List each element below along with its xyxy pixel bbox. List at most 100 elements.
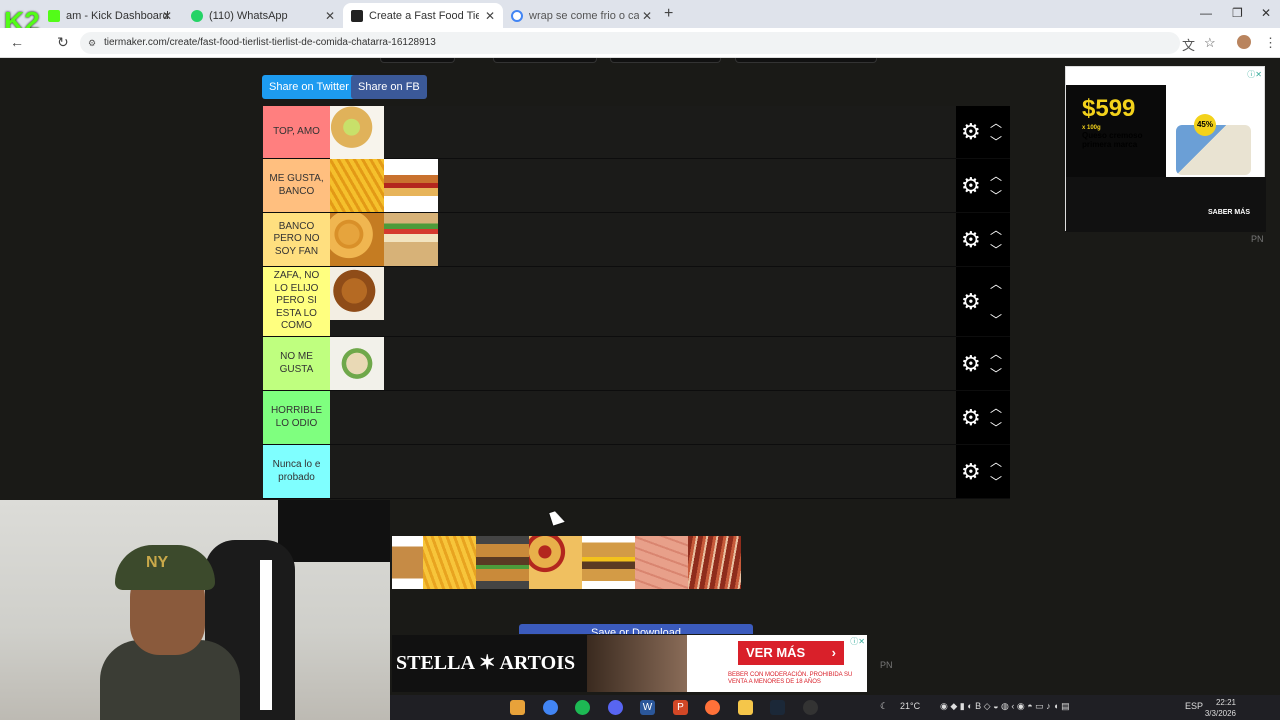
chevron-up-icon[interactable]: ︿: [990, 399, 1002, 416]
food-item-sandwich[interactable]: [384, 213, 438, 266]
chevron-up-icon[interactable]: ︿: [990, 167, 1002, 184]
food-item-bacon[interactable]: [688, 536, 741, 589]
windows-taskbar: W P ☾ 21°C ◉ ◆ ▮ ◐ B ◇ ◒ ◍ ‹ ◉ ◓ ▭ ♪ ◖ ▤…: [390, 695, 1280, 720]
gear-icon[interactable]: ⚙: [961, 460, 981, 483]
tab-google-search[interactable]: wrap se come frio o caliente - B ✕: [503, 3, 660, 28]
tier-row: ZAFA, NO LO ELIJO PERO SI ESTA LO COMO ⚙ ︿…: [262, 267, 1010, 337]
food-item-tacos[interactable]: [330, 106, 384, 159]
gear-icon[interactable]: ⚙: [961, 352, 981, 375]
obs-icon[interactable]: [803, 700, 818, 715]
food-item-fried-chicken[interactable]: [330, 267, 384, 320]
food-item-sausages[interactable]: [635, 536, 688, 589]
url-field[interactable]: ⚙ tiermaker.com/create/fast-food-tierlis…: [80, 32, 1180, 54]
ver-mas-button[interactable]: VER MÁS ›: [738, 641, 844, 665]
gear-icon[interactable]: ⚙: [961, 121, 981, 143]
browser-tab-bar: am - Kick Dashboard ✕ (110) WhatsApp ✕ C…: [0, 0, 1280, 28]
close-window-icon[interactable]: ✕: [1261, 6, 1271, 20]
spotify-icon[interactable]: [575, 700, 590, 715]
maximize-icon[interactable]: ❐: [1232, 6, 1243, 20]
tier-label[interactable]: Nunca lo e probado: [263, 445, 330, 498]
taskbar-clock[interactable]: 22:21 3/3/2026: [1205, 697, 1236, 719]
ad-discount-badge: 45%: [1194, 114, 1216, 136]
chevron-down-icon[interactable]: ﹀: [990, 419, 1002, 436]
tier-label[interactable]: TOP, AMO: [263, 106, 330, 158]
minimize-icon[interactable]: —: [1200, 6, 1212, 20]
word-icon[interactable]: W: [640, 700, 655, 715]
steam-icon[interactable]: [770, 700, 785, 715]
food-item-pizza[interactable]: [529, 536, 582, 589]
food-item-fries-cheese[interactable]: [423, 536, 476, 589]
reload-icon[interactable]: ↻: [57, 34, 69, 51]
translate-icon[interactable]: 文: [1182, 35, 1195, 54]
food-item-hotdog[interactable]: [384, 159, 438, 212]
close-tab-icon[interactable]: ✕: [325, 9, 335, 23]
chevron-up-icon[interactable]: ︿: [990, 275, 1002, 292]
tier-label[interactable]: ZAFA, NO LO ELIJO PERO SI ESTA LO COMO: [263, 267, 330, 336]
gear-icon[interactable]: ⚙: [961, 406, 981, 429]
site-info-icon[interactable]: ⚙: [88, 32, 96, 54]
firefox-icon[interactable]: [705, 700, 720, 715]
gear-icon[interactable]: ⚙: [961, 228, 981, 251]
tier-controls: ⚙ ︿ ﹀: [956, 213, 1010, 266]
chrome-icon[interactable]: [543, 700, 558, 715]
ad-saber-mas-button[interactable]: SABER MÁS: [1208, 209, 1250, 216]
ad-photo: [587, 635, 687, 692]
chevron-up-icon[interactable]: ︿: [990, 453, 1002, 470]
chair-stripe: [260, 560, 272, 710]
tier-label[interactable]: BANCO PERO NO SOY FAN: [263, 213, 330, 266]
share-twitter-button[interactable]: Share on Twitter: [262, 75, 356, 99]
tab-tiermaker[interactable]: Create a Fast Food Tierlist/Tierli ✕: [343, 3, 503, 28]
new-tab-icon[interactable]: +: [664, 5, 673, 23]
language-indicator[interactable]: ESP: [1185, 701, 1203, 711]
food-item-burger[interactable]: [476, 536, 529, 589]
tier-label[interactable]: ME GUSTA, BANCO: [263, 159, 330, 212]
gear-icon[interactable]: ⚙: [961, 290, 981, 313]
close-tab-icon[interactable]: ✕: [485, 9, 495, 23]
system-tray-icons[interactable]: ◉ ◆ ▮ ◐ B ◇ ◒ ◍ ‹ ◉ ◓ ▭ ♪ ◖ ▤: [940, 701, 1070, 712]
back-icon[interactable]: ←: [10, 34, 24, 50]
food-item-wrap[interactable]: [330, 337, 384, 390]
tab-label: am - Kick Dashboard: [66, 9, 169, 22]
tier-row: NO ME GUSTA ⚙ ︿ ﹀: [262, 337, 1010, 391]
chevron-up-icon[interactable]: ︿: [990, 345, 1002, 362]
profile-avatar[interactable]: [1237, 35, 1251, 49]
folder-icon[interactable]: [738, 700, 753, 715]
close-tab-icon[interactable]: ✕: [642, 9, 652, 23]
ad-banner-cheese[interactable]: $599 x 100g Queso cremoso primera marca 4…: [1065, 66, 1266, 232]
discord-icon[interactable]: [608, 700, 623, 715]
webcam-overlay: NY: [0, 500, 390, 720]
menu-kebab-icon[interactable]: ⋮: [1264, 35, 1277, 51]
food-item-nuggets[interactable]: [330, 213, 384, 266]
chevron-down-icon[interactable]: ﹀: [990, 311, 1002, 328]
ad-close-icon[interactable]: ⓘ✕: [1247, 69, 1262, 80]
gear-icon[interactable]: ⚙: [961, 174, 981, 197]
chevron-up-icon[interactable]: ︿: [990, 221, 1002, 238]
powerpoint-icon[interactable]: P: [673, 700, 688, 715]
share-facebook-button[interactable]: Share on FB: [351, 75, 427, 99]
close-tab-icon[interactable]: ✕: [162, 9, 172, 23]
ad-close-icon[interactable]: ⓘ✕: [850, 636, 865, 647]
weather-temp[interactable]: 21°C: [900, 701, 920, 711]
save-download-button[interactable]: Save or Download: [519, 624, 753, 634]
ad-banner-stella-artois[interactable]: STELLA ✶ ARTOIS VER MÁS › BEBER CON MODE…: [392, 635, 867, 692]
tier-list: TOP, AMO ⚙ ︿ ﹀ ME GUSTA, BANCO ⚙ ︿ ﹀ BANCO PERO …: [262, 106, 1010, 499]
chevron-up-icon[interactable]: ︿: [990, 114, 1002, 131]
chevron-down-icon[interactable]: ﹀: [990, 187, 1002, 204]
ad-price: $599: [1082, 95, 1136, 122]
chevron-down-icon[interactable]: ﹀: [990, 133, 1002, 150]
tier-label[interactable]: HORRIBLE LO ODIO: [263, 391, 330, 444]
top-nav-stubs: [380, 58, 880, 64]
chevron-down-icon[interactable]: ﹀: [990, 241, 1002, 258]
food-item-fries[interactable]: [330, 159, 384, 212]
file-explorer-icon[interactable]: [510, 700, 525, 715]
bookmark-star-icon[interactable]: ☆: [1204, 35, 1216, 51]
tier-row: ME GUSTA, BANCO ⚙ ︿ ﹀: [262, 159, 1010, 213]
food-item-cheeseburger[interactable]: [582, 536, 635, 589]
food-item-pancakes[interactable]: [392, 536, 423, 589]
tier-row: Nunca lo e probado ⚙ ︿ ﹀: [262, 445, 1010, 499]
google-icon: [511, 9, 523, 22]
tab-whatsapp[interactable]: (110) WhatsApp ✕: [183, 3, 343, 28]
tier-label[interactable]: NO ME GUSTA: [263, 337, 330, 390]
chevron-down-icon[interactable]: ﹀: [990, 365, 1002, 382]
chevron-down-icon[interactable]: ﹀: [990, 473, 1002, 490]
